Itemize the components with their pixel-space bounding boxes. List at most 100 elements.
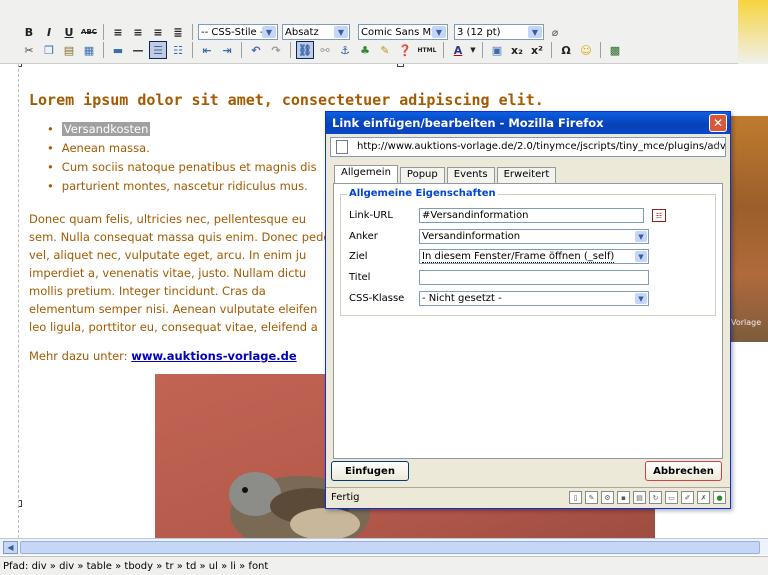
css-class-select[interactable]: - Nicht gesetzt - ▼ [419,291,649,306]
align-left-button[interactable]: ≡ [109,23,127,41]
page-status-icon[interactable]: ▯ [569,491,582,504]
align-justify-button[interactable]: ≣ [169,23,187,41]
scroll-left-button[interactable]: ◀ [3,541,18,554]
font-size-select[interactable]: 3 (12 pt) ▼ [454,24,544,40]
subscript-button[interactable]: x₂ [508,41,526,59]
numbered-list-button[interactable]: ☷ [169,41,187,59]
paste-word-button[interactable]: ▦ [80,41,98,59]
security-ok-icon[interactable]: ● [713,491,726,504]
element-path: Pfad: div » div » table » tbody » tr » t… [3,561,269,572]
css-style-select-value: -- CSS-Stile -- [201,26,268,38]
refresh-icon[interactable]: ↻ [649,491,662,504]
align-right-button[interactable]: ≡ [149,23,167,41]
font-family-select[interactable]: Comic Sans MS ▼ [358,24,448,40]
help-button[interactable]: ❓ [396,41,414,59]
table-button[interactable]: ▣ [488,41,506,59]
chevron-down-icon: ▼ [432,26,446,38]
cancel-button[interactable]: Abbrechen [645,461,722,481]
align-center-button[interactable]: ≡ [129,23,147,41]
hr-line-button[interactable]: — [129,41,147,59]
undo-button[interactable]: ↶ [247,41,265,59]
superscript-button[interactable]: x² [528,41,546,59]
resize-handle[interactable] [19,500,22,507]
help-icon: ❓ [398,43,412,57]
html-icon: HTML [417,46,437,54]
chevron-down-icon: ▼ [470,46,476,54]
css-style-select[interactable]: -- CSS-Stile -- ▼ [198,24,278,40]
print-icon[interactable]: ▤ [633,491,646,504]
resize-handle[interactable] [397,64,404,67]
dialog-titlebar[interactable]: Link einfügen/bearbeiten - Mozilla Firef… [326,112,730,134]
bold-button[interactable]: B [20,23,38,41]
eraser-button[interactable]: ⌀ [546,23,564,41]
font-color-button[interactable]: A [449,41,467,59]
link-button[interactable]: ⛓ [296,41,314,59]
font-color-dropdown[interactable]: ▼ [469,41,477,59]
website-link[interactable]: www.auktions-vorlage.de [131,349,296,363]
hr-button[interactable]: ▬ [109,41,127,59]
close-button[interactable]: ✕ [709,114,727,132]
image-button[interactable]: ♣ [356,41,374,59]
chevron-down-icon: ▼ [635,231,647,242]
content-heading: Lorem ipsum dolor sit amet, consectetuer… [29,91,544,109]
insert-button[interactable]: Einfugen [331,461,409,481]
unlink-button[interactable]: ⚯ [316,41,334,59]
resize-handle[interactable] [19,64,22,67]
tab-popup[interactable]: Popup [399,167,445,183]
horizontal-scrollbar[interactable]: ◀ [0,538,768,555]
window-icon[interactable]: ▭ [665,491,678,504]
paste-button[interactable]: ▤ [60,41,78,59]
cut-button[interactable]: ✂ [20,41,38,59]
redo-icon: ↷ [271,43,281,57]
underline-button[interactable]: U [60,23,78,41]
chevron-down-icon: ▼ [528,26,542,38]
anchor-button[interactable]: ⚓ [336,41,354,59]
browse-icon[interactable]: ☷ [652,209,666,222]
outdent-button[interactable]: ⇤ [198,41,216,59]
redo-button[interactable]: ↷ [267,41,285,59]
list-item-text: parturient montes, nascetur ridiculus mu… [61,179,308,193]
numbered-list-icon: ☷ [173,43,183,57]
charmap-button[interactable]: Ω [557,41,575,59]
cleanup-button[interactable]: ✎ [376,41,394,59]
link-url-input[interactable]: #Versandinformation [419,208,644,223]
superscript-icon: x² [531,43,543,57]
tab-erweitert[interactable]: Erweitert [496,167,557,183]
pen-icon[interactable]: ✐ [681,491,694,504]
sparrow-image-right[interactable]: Vorlage [725,116,768,342]
list-item[interactable]: parturient montes, nascetur ridiculus mu… [47,177,317,196]
title-row: Titel [349,270,709,286]
anchor-select[interactable]: Versandinformation ▼ [419,229,649,244]
address-bar[interactable]: http://www.auktions-vorlage.de/2.0/tinym… [330,137,726,157]
more-info-label: Mehr dazu unter: [29,349,128,363]
list-item[interactable]: Aenean massa. [47,139,317,158]
tab-allgemein[interactable]: Allgemein [334,165,398,183]
selected-list-item-text[interactable]: Versandkosten [61,122,151,136]
strikethrough-button[interactable]: ABC [80,23,98,41]
tab-events[interactable]: Events [446,167,495,183]
css-class-label: CSS-Klasse [349,293,405,304]
hr-icon: ▬ [112,43,124,57]
bookmark-star-icon[interactable]: ☆ [710,139,722,154]
window-corner-accent [738,0,768,64]
format-select[interactable]: Absatz ▼ [282,24,350,40]
copy-button[interactable]: ❐ [40,41,58,59]
html-button[interactable]: HTML [416,41,438,59]
wrench-icon[interactable]: ✗ [697,491,710,504]
italic-button[interactable]: I [40,23,58,41]
tools-icon[interactable]: ⚙ [601,491,614,504]
toolbar-separator [290,42,291,58]
target-select[interactable]: In diesem Fenster/Frame öffnen (_self) ▼ [419,249,649,264]
emoticon-button[interactable]: ☺ [577,41,595,59]
scrollbar-thumb[interactable] [20,541,760,554]
title-input[interactable] [419,270,649,285]
list-item[interactable]: Versandkosten [47,120,317,139]
save-icon[interactable]: ▪ [617,491,630,504]
bullet-list-button[interactable]: ☰ [149,41,167,59]
edit-icon[interactable]: ✎ [585,491,598,504]
align-center-icon: ≡ [133,25,143,39]
list-item[interactable]: Cum sociis natoque penatibus et magnis d… [47,158,317,177]
indent-button[interactable]: ⇥ [218,41,236,59]
anchor-label: Anker [349,231,378,242]
preview-button[interactable]: ▩ [606,41,624,59]
